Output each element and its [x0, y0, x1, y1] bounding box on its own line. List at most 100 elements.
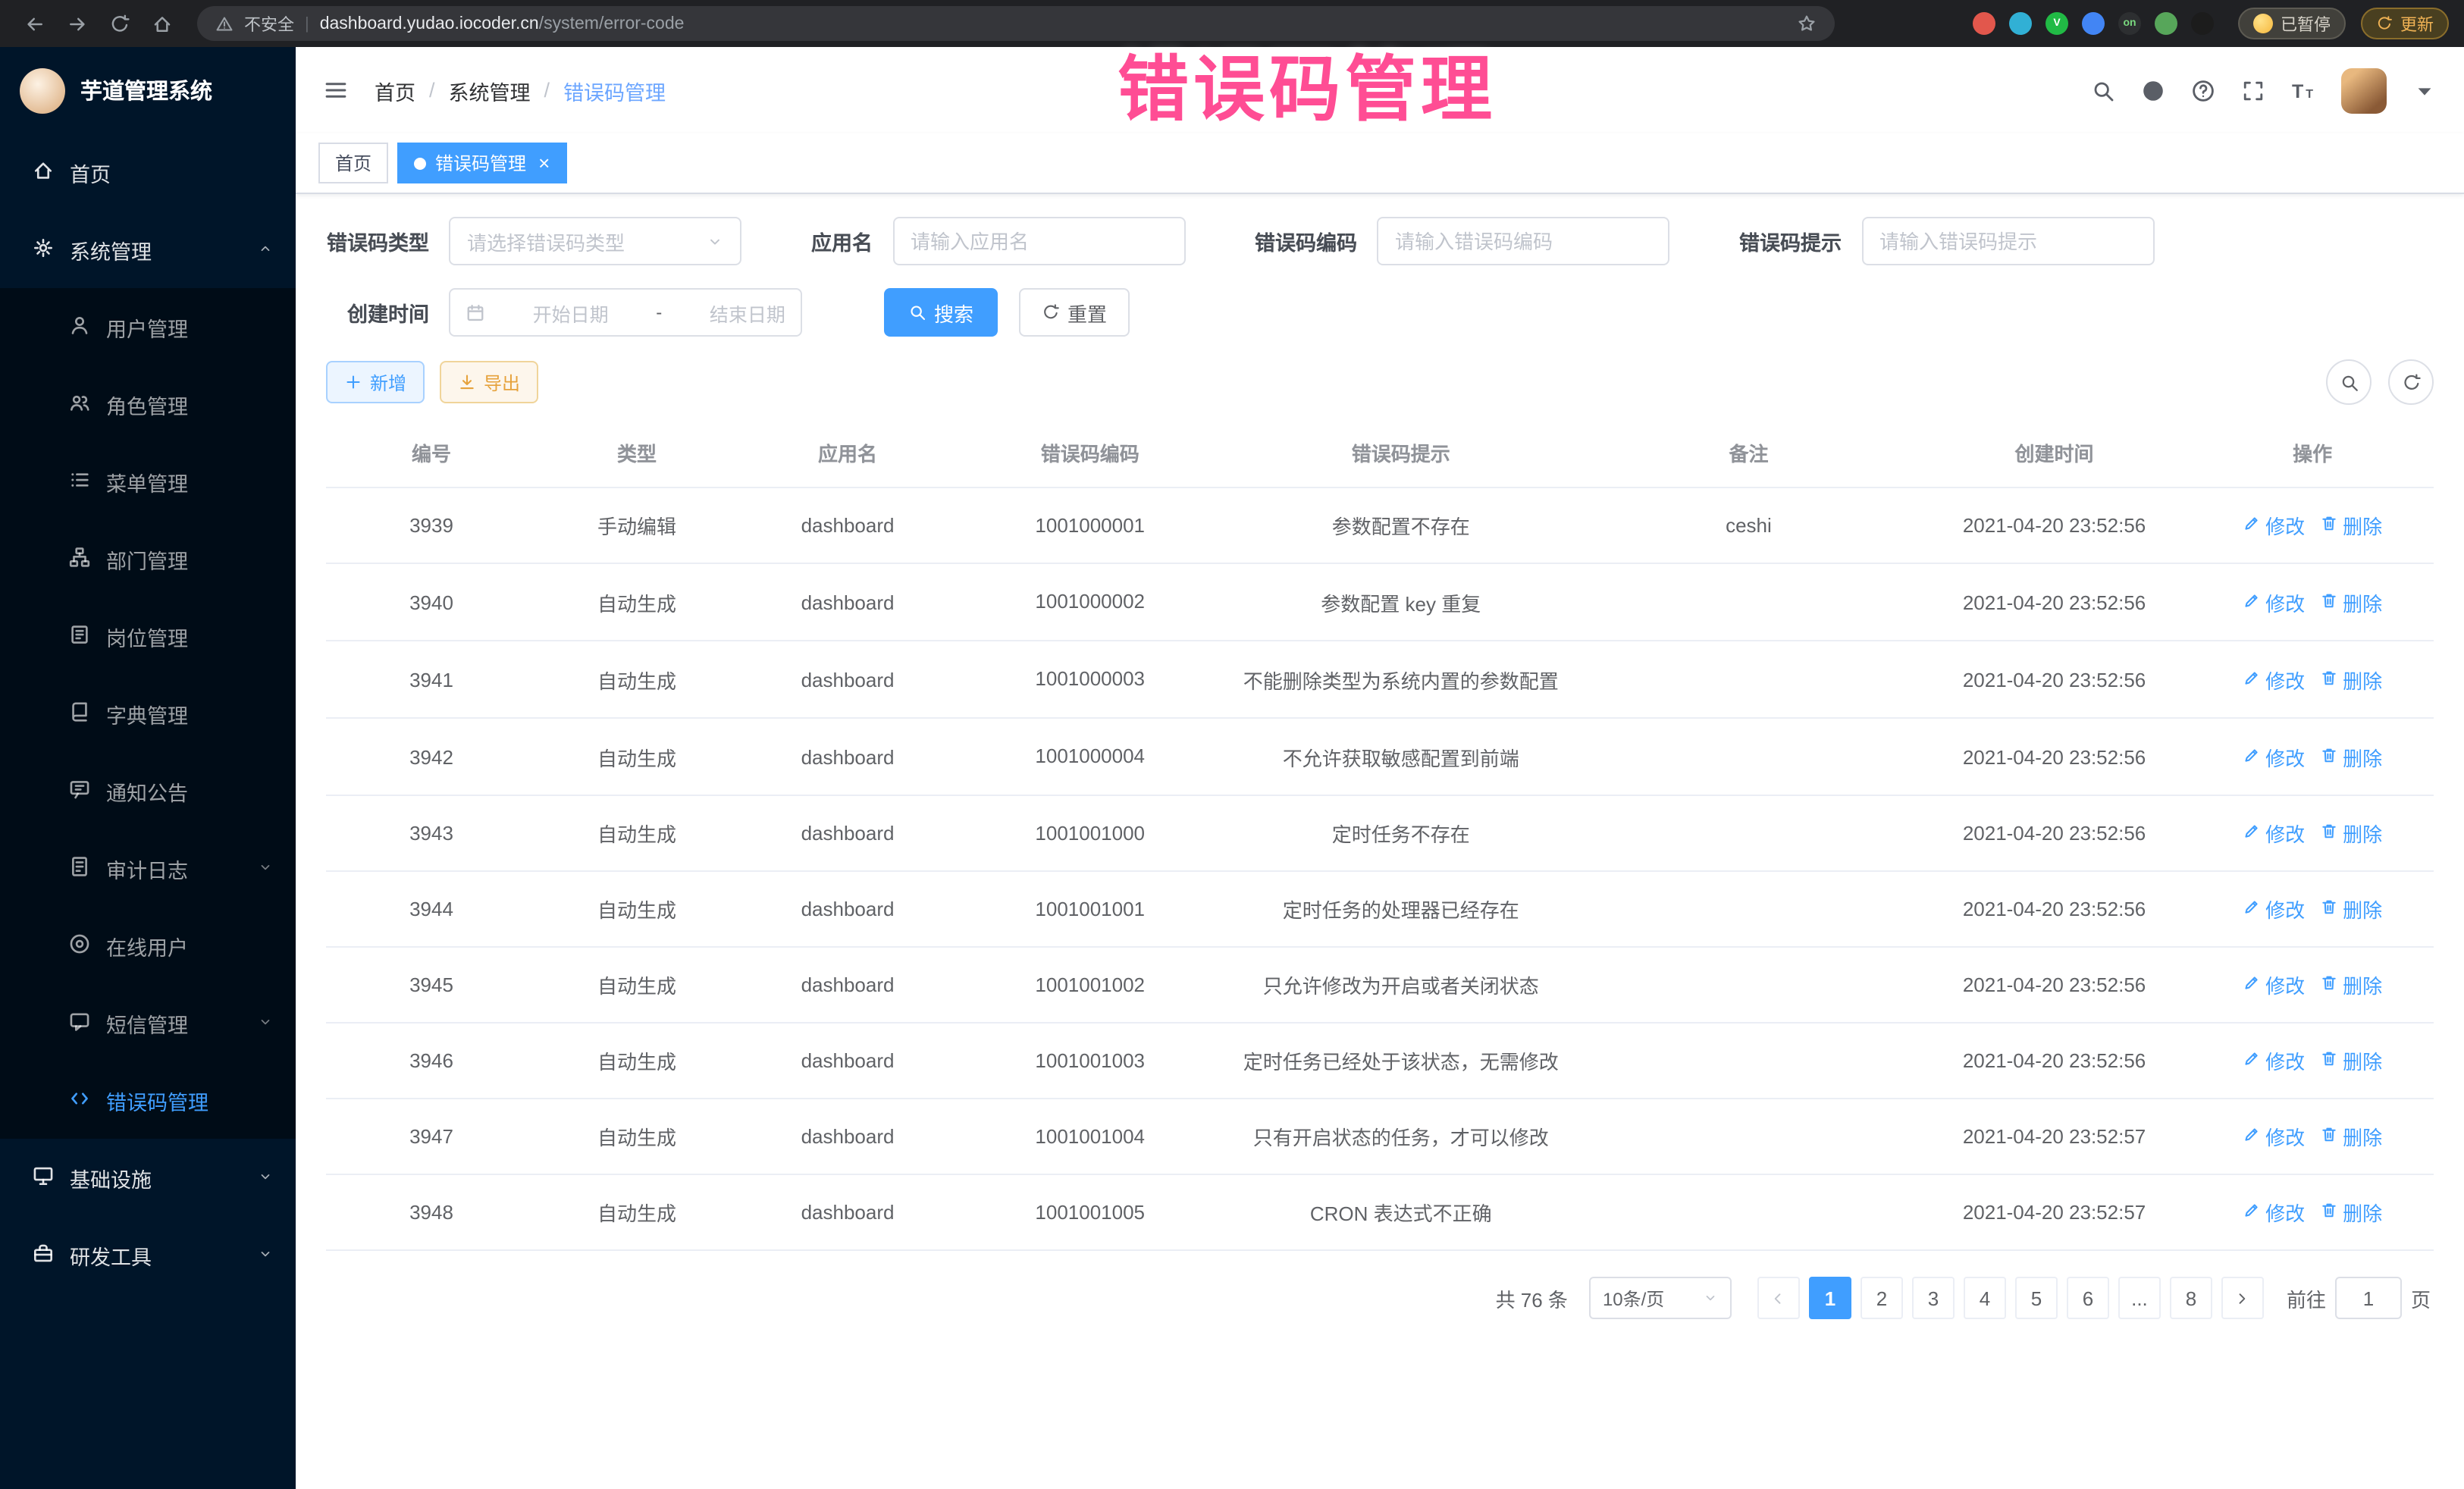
delete-link[interactable]: 删除 [2320, 1123, 2382, 1152]
export-button[interactable]: 导出 [440, 361, 538, 403]
delete-link[interactable]: 删除 [2320, 971, 2382, 1000]
date-range-picker[interactable]: 开始日期 - 结束日期 [449, 288, 802, 337]
sidebar-item-notice[interactable]: 通知公告 [0, 752, 296, 829]
logo[interactable]: 芋道管理系统 [0, 47, 296, 133]
user-avatar[interactable] [2341, 67, 2387, 113]
screen: 错误码管理 不安全 | dashboard.yudao.iocoder.cn/s… [0, 0, 2464, 1489]
column-header: 错误码提示 [1221, 418, 1580, 487]
help-icon[interactable] [2191, 78, 2215, 102]
table-row: 3943自动生成dashboard1001001000定时任务不存在2021-0… [326, 796, 2434, 872]
edit-link[interactable]: 修改 [2243, 1199, 2305, 1227]
edit-link[interactable]: 修改 [2243, 895, 2305, 924]
breadcrumb: 首页 / 系统管理 / 错误码管理 [375, 75, 666, 105]
sidebar-item-infrastructure[interactable]: 基础设施 [0, 1139, 296, 1216]
cell-id: 3942 [326, 719, 537, 796]
delete-link[interactable]: 删除 [2320, 511, 2382, 540]
extension-on-icon[interactable]: on [2118, 12, 2141, 35]
edit-link[interactable]: 修改 [2243, 820, 2305, 848]
delete-link[interactable]: 删除 [2320, 743, 2382, 772]
pager-page-4[interactable]: 4 [1964, 1277, 2006, 1320]
extension-teal-icon[interactable] [2009, 12, 2032, 35]
pager-more-button[interactable]: ... [2118, 1277, 2161, 1320]
refresh-table-button[interactable] [2388, 359, 2434, 405]
sidebar-item-post-management[interactable]: 岗位管理 [0, 597, 296, 675]
address-bar[interactable]: 不安全 | dashboard.yudao.iocoder.cn/system/… [197, 6, 1835, 41]
delete-link[interactable]: 删除 [2320, 895, 2382, 924]
prev-page-button[interactable] [1757, 1277, 1800, 1320]
pager-page-1[interactable]: 1 [1809, 1277, 1851, 1320]
caret-down-icon[interactable] [2412, 78, 2437, 102]
update-button[interactable]: 更新 [2361, 8, 2449, 39]
edit-link[interactable]: 修改 [2243, 588, 2305, 616]
edit-link[interactable]: 修改 [2243, 511, 2305, 540]
breadcrumb-home[interactable]: 首页 [375, 75, 415, 105]
edit-link[interactable]: 修改 [2243, 1123, 2305, 1152]
sidebar-item-system-management[interactable]: 系统管理 [0, 211, 296, 288]
back-button[interactable] [15, 4, 55, 43]
edit-link[interactable]: 修改 [2243, 743, 2305, 772]
pager-page-6[interactable]: 6 [2067, 1277, 2109, 1320]
page-size-select[interactable]: 10条/页 [1589, 1277, 1732, 1320]
sidebar-item-role-management[interactable]: 角色管理 [0, 365, 296, 443]
delete-link[interactable]: 删除 [2320, 665, 2382, 694]
sidebar-item-online-users[interactable]: 在线用户 [0, 907, 296, 984]
breadcrumb-system-management[interactable]: 系统管理 [449, 75, 531, 105]
browser-home-button[interactable] [143, 4, 182, 43]
close-tab-icon[interactable]: × [538, 153, 550, 173]
tab-home[interactable]: 首页 [318, 143, 388, 183]
chevron-down-icon [258, 1011, 273, 1034]
active-dot-icon [414, 157, 426, 169]
sidebar-item-error-code-management[interactable]: 错误码管理 [0, 1061, 296, 1139]
edit-link[interactable]: 修改 [2243, 665, 2305, 694]
app-name-input[interactable] [892, 217, 1185, 265]
sidebar-item-department-management[interactable]: 部门管理 [0, 520, 296, 597]
pager-page-8[interactable]: 8 [2170, 1277, 2212, 1320]
extension-dark-icon[interactable] [2191, 12, 2214, 35]
error-code-input[interactable] [1377, 217, 1669, 265]
search-button[interactable]: 搜索 [884, 288, 998, 337]
extension-vue-icon[interactable]: V [2045, 12, 2068, 35]
sidebar-item-label: 在线用户 [106, 930, 273, 961]
delete-link[interactable]: 删除 [2320, 588, 2382, 616]
goto-page-input[interactable] [2335, 1277, 2402, 1320]
collapse-sidebar-icon[interactable] [323, 77, 349, 103]
security-label[interactable]: 不安全 [244, 11, 294, 36]
next-page-button[interactable] [2221, 1277, 2264, 1320]
toggle-search-button[interactable] [2326, 359, 2372, 405]
error-type-select[interactable]: 请选择错误码类型 [449, 217, 741, 265]
error-hint-input[interactable] [1861, 217, 2154, 265]
sidebar-item-home[interactable]: 首页 [0, 133, 296, 211]
fullscreen-icon[interactable] [2241, 78, 2265, 102]
delete-link[interactable]: 删除 [2320, 1047, 2382, 1076]
sidebar-item-dict-management[interactable]: 字典管理 [0, 675, 296, 752]
pager-page-5[interactable]: 5 [2015, 1277, 2058, 1320]
edit-link[interactable]: 修改 [2243, 1047, 2305, 1076]
sidebar-item-dev-tools[interactable]: 研发工具 [0, 1216, 296, 1293]
cell-message: 只允许修改为开启或者关闭状态 [1221, 948, 1580, 1023]
extension-grid-icon[interactable] [2082, 12, 2105, 35]
extension-red-icon[interactable] [1973, 12, 1995, 35]
add-button[interactable]: 新增 [326, 361, 425, 403]
sidebar-item-sms-management[interactable]: 短信管理 [0, 984, 296, 1061]
sidebar-item-audit-log[interactable]: 审计日志 [0, 829, 296, 907]
delete-link[interactable]: 删除 [2320, 820, 2382, 848]
sidebar-item-menu-management[interactable]: 菜单管理 [0, 443, 296, 520]
font-size-icon[interactable]: TT [2291, 78, 2315, 102]
github-icon[interactable] [2141, 78, 2165, 102]
bookmark-star-icon[interactable] [1797, 14, 1817, 33]
extension-green-icon[interactable] [2155, 12, 2177, 35]
delete-icon [2320, 974, 2338, 997]
paused-badge[interactable]: 已暂停 [2238, 8, 2346, 39]
cell-code: 1001000003 [958, 641, 1222, 718]
pager-page-2[interactable]: 2 [1861, 1277, 1903, 1320]
tab-error-code-management[interactable]: 错误码管理 × [397, 143, 566, 183]
edit-link[interactable]: 修改 [2243, 971, 2305, 1000]
forward-button[interactable] [58, 4, 97, 43]
edit-icon [2243, 591, 2261, 613]
delete-link[interactable]: 删除 [2320, 1199, 2382, 1227]
pager-page-3[interactable]: 3 [1912, 1277, 1955, 1320]
sidebar-item-user-management[interactable]: 用户管理 [0, 288, 296, 365]
reload-button[interactable] [100, 4, 140, 43]
search-icon[interactable] [2091, 78, 2115, 102]
reset-button[interactable]: 重置 [1019, 288, 1130, 337]
